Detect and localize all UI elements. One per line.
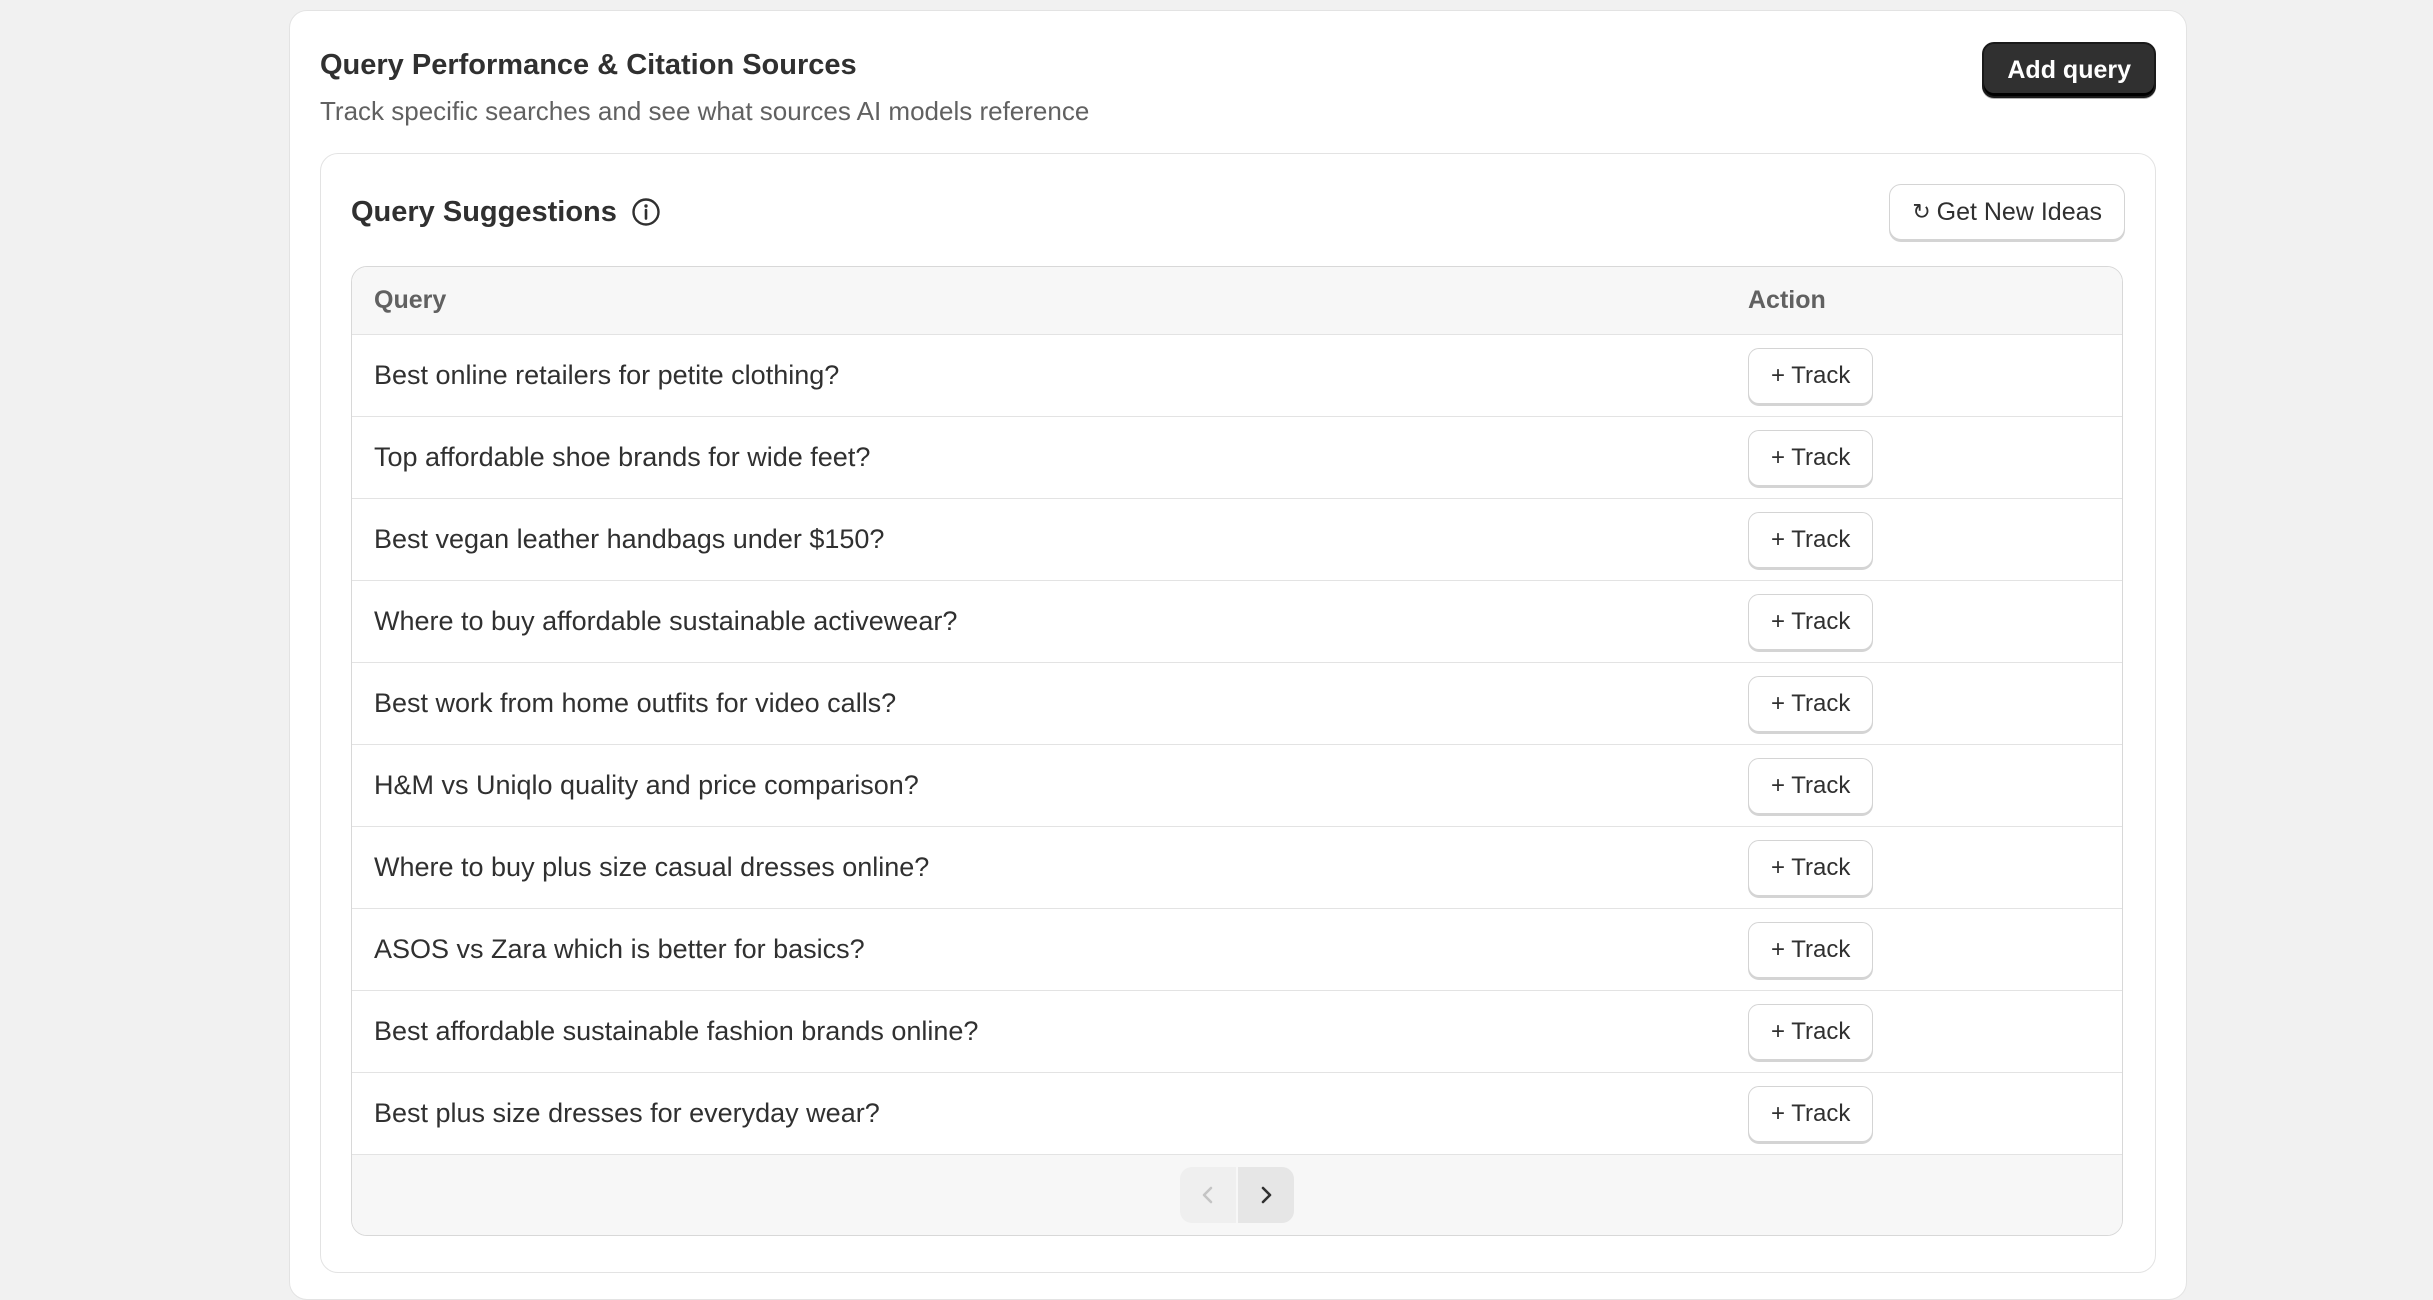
table-row: Best work from home outfits for video ca… [352,663,2122,745]
query-cell: Best work from home outfits for video ca… [374,688,897,718]
track-button[interactable]: + Track [1748,1003,1874,1060]
track-button[interactable]: + Track [1748,429,1874,486]
track-button[interactable]: + Track [1748,511,1874,568]
page-title: Query Performance & Citation Sources [320,49,857,81]
table-row: Best affordable sustainable fashion bran… [352,991,2122,1073]
query-cell: ASOS vs Zara which is better for basics? [374,934,865,964]
suggestions-table: Query Action Best online retailers for p… [351,266,2123,1236]
get-new-ideas-label: Get New Ideas [1936,197,2102,226]
previous-page-button[interactable] [1180,1167,1236,1223]
track-button[interactable]: + Track [1748,921,1874,978]
table-row: Where to buy plus size casual dresses on… [352,827,2122,909]
table-row: Best vegan leather handbags under $150? … [352,499,2122,581]
card-header: Query Performance & Citation Sources Tra… [320,45,2156,129]
add-query-button[interactable]: Add query [1982,42,2156,98]
query-cell: Top affordable shoe brands for wide feet… [374,442,871,472]
table-row: Best online retailers for petite clothin… [352,335,2122,417]
column-header-action: Action [1748,286,1826,314]
chevron-left-icon [1202,1186,1213,1204]
chevron-right-icon [1261,1186,1272,1204]
track-button[interactable]: + Track [1748,675,1874,732]
table-row: Where to buy affordable sustainable acti… [352,581,2122,663]
page-subtitle: Track specific searches and see what sou… [320,96,1090,126]
query-cell: Where to buy plus size casual dresses on… [374,852,930,882]
track-button[interactable]: + Track [1748,757,1874,814]
query-cell: Best plus size dresses for everyday wear… [374,1098,880,1128]
next-page-button[interactable] [1238,1167,1294,1223]
query-cell: H&M vs Uniqlo quality and price comparis… [374,770,919,800]
pagination [352,1155,2122,1235]
info-icon[interactable] [631,197,661,227]
table-row: Best plus size dresses for everyday wear… [352,1073,2122,1155]
query-performance-card: Query Performance & Citation Sources Tra… [289,10,2187,1300]
suggestions-header: Query Suggestions ↻ Get New Ideas [351,184,2125,240]
refresh-icon: ↻ [1912,199,1931,224]
track-button[interactable]: + Track [1748,839,1874,896]
query-cell: Where to buy affordable sustainable acti… [374,606,958,636]
suggestions-title: Query Suggestions [351,195,617,228]
table-header: Query Action [352,267,2122,335]
track-button[interactable]: + Track [1748,1085,1874,1142]
query-cell: Best online retailers for petite clothin… [374,360,840,390]
column-header-query: Query [374,286,447,314]
get-new-ideas-button[interactable]: ↻ Get New Ideas [1889,184,2125,240]
track-button[interactable]: + Track [1748,347,1874,404]
table-row: H&M vs Uniqlo quality and price comparis… [352,745,2122,827]
query-suggestions-panel: Query Suggestions ↻ Get New Ideas Query … [320,153,2156,1273]
track-button[interactable]: + Track [1748,593,1874,650]
table-row: Top affordable shoe brands for wide feet… [352,417,2122,499]
query-cell: Best affordable sustainable fashion bran… [374,1016,979,1046]
query-cell: Best vegan leather handbags under $150? [374,524,885,554]
table-row: ASOS vs Zara which is better for basics?… [352,909,2122,991]
